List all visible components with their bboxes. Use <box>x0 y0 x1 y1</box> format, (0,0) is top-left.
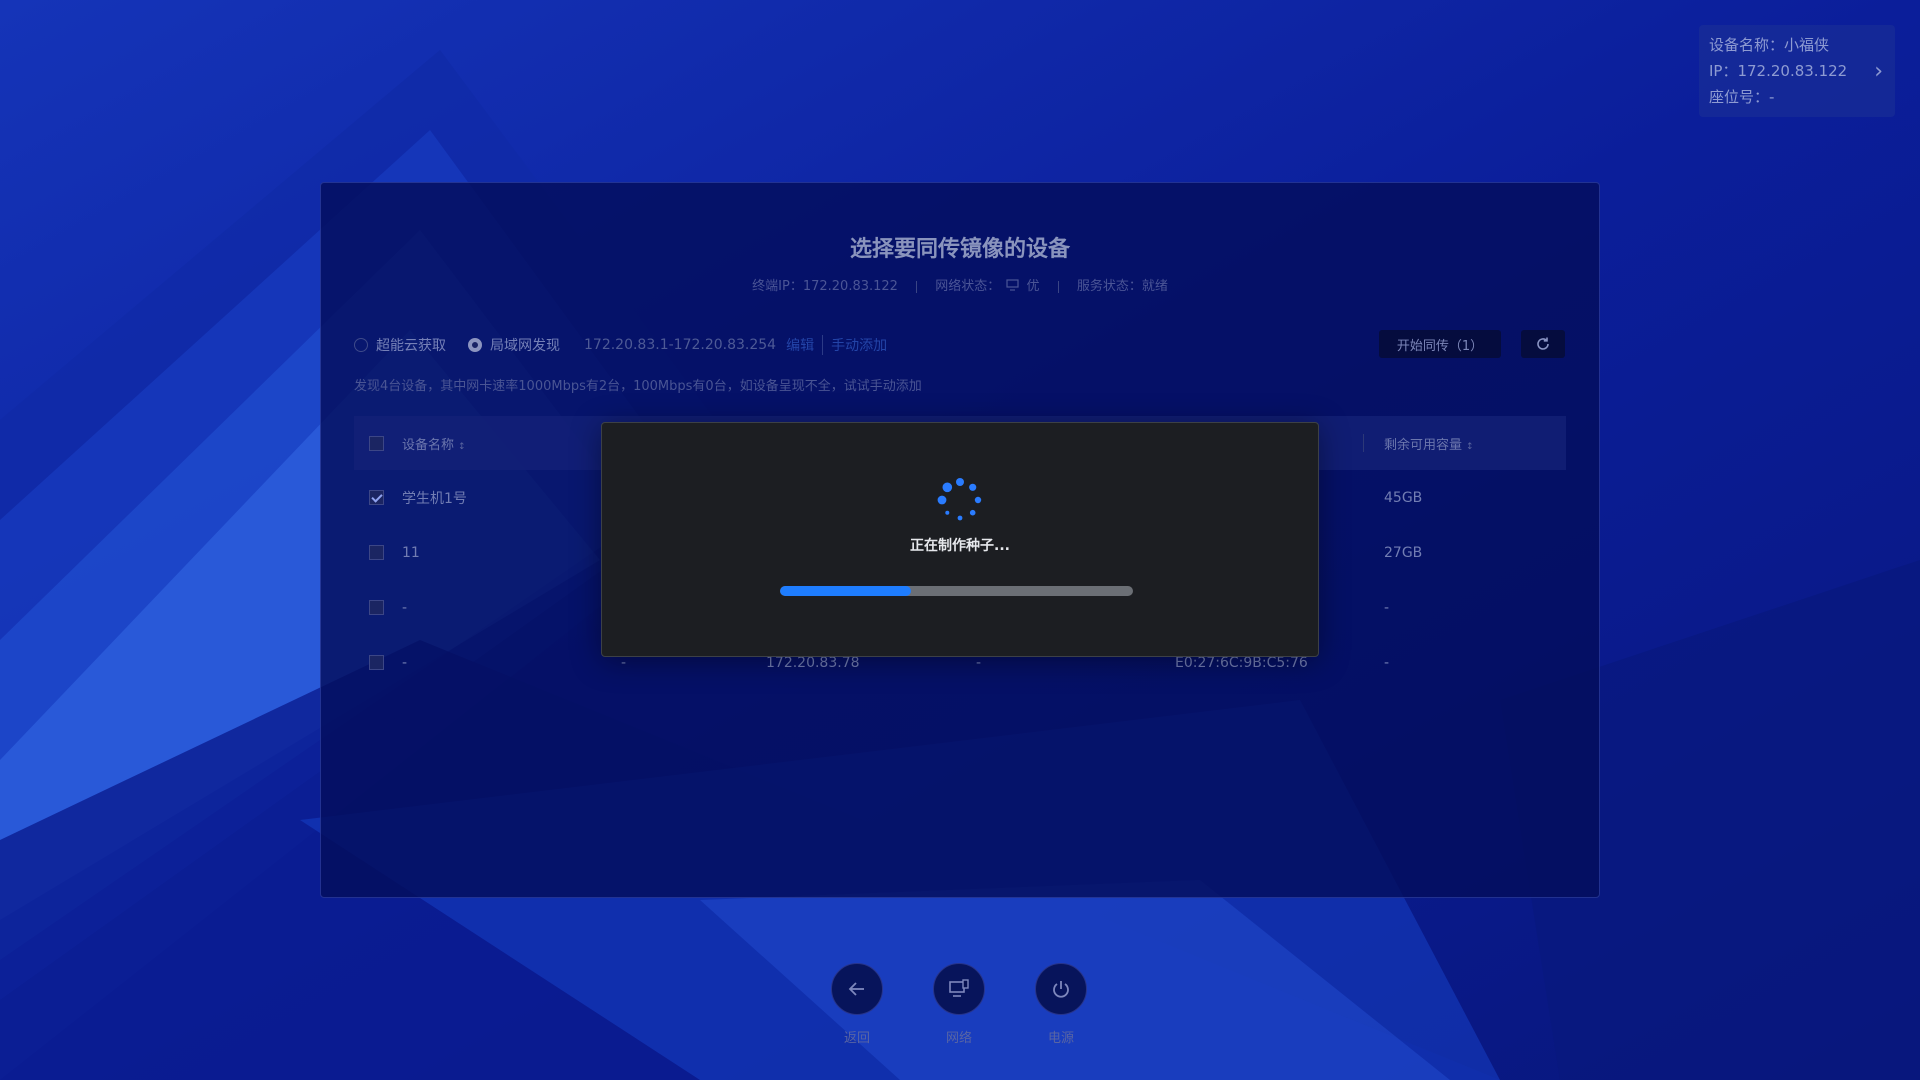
back-icon <box>831 963 883 1015</box>
device-info-card[interactable]: 设备名称：小福侠 IP：172.20.83.122 座位号：- › <box>1699 25 1895 117</box>
refresh-button[interactable] <box>1521 330 1565 358</box>
row-checkbox[interactable] <box>369 600 384 615</box>
capacity-cell: - <box>1384 599 1390 616</box>
radio-button-checked[interactable] <box>468 338 482 352</box>
device-seat-text: 座位号：- <box>1709 88 1775 106</box>
device-name-cell: - <box>402 599 408 616</box>
column-divider <box>1363 434 1364 452</box>
capacity-cell: 45GB <box>1384 489 1423 506</box>
radio-cloud-label: 超能云获取 <box>376 338 446 354</box>
progress-dialog: 正在制作种子... <box>601 422 1319 657</box>
monitor-icon <box>1006 279 1019 291</box>
start-sync-button[interactable]: 开始同传（1） <box>1379 330 1501 358</box>
capacity-cell: 27GB <box>1384 544 1423 561</box>
page-title: 选择要同传镜像的设备 <box>849 237 1070 262</box>
progress-message: 正在制作种子... <box>910 538 1010 554</box>
header-device-name-label: 设备名称 <box>402 437 455 453</box>
header-capacity-label: 剩余可用容量 <box>1384 437 1463 453</box>
terminal-ip-text: 终端IP：172.20.83.122 <box>752 279 898 294</box>
manual-add-link[interactable]: 手动添加 <box>822 335 887 355</box>
capacity-cell: - <box>1384 654 1390 671</box>
edit-link[interactable]: 编辑 <box>786 335 814 355</box>
source-selector: 超能云获取 局域网发现 172.20.83.1-172.20.83.254 编辑… <box>354 333 887 357</box>
header-device-name[interactable]: 设备名称 ↕ <box>402 434 466 453</box>
device-name-cell: 11 <box>402 544 420 561</box>
sort-icon: ↕ <box>458 441 466 452</box>
back-label: 返回 <box>843 1031 870 1046</box>
progress-bar-fill <box>780 586 911 596</box>
select-all-checkbox[interactable] <box>369 435 384 451</box>
row-checkbox[interactable] <box>369 655 384 670</box>
header-capacity[interactable]: 剩余可用容量 ↕ <box>1384 434 1474 453</box>
row-checkbox[interactable] <box>369 545 384 560</box>
back-button[interactable]: 返回 <box>829 963 885 1046</box>
network-status-label: 网络状态： <box>935 279 1001 294</box>
device-ip-text: IP：172.20.83.122 <box>1709 62 1848 80</box>
device-name-cell: - <box>402 654 408 671</box>
chevron-right-icon: › <box>1874 59 1883 84</box>
loading-spinner-icon <box>937 478 982 521</box>
power-label: 电源 <box>1047 1031 1074 1046</box>
progress-bar <box>780 586 1133 596</box>
network-status-value: 优 <box>1026 279 1040 294</box>
network-label: 网络 <box>945 1031 972 1046</box>
row-checkbox[interactable] <box>369 490 384 505</box>
service-status-text: 服务状态：就绪 <box>1076 279 1168 294</box>
network-button[interactable]: 网络 <box>931 963 987 1046</box>
radio-lan-label: 局域网发现 <box>490 338 560 354</box>
discovery-notice: 发现4台设备，其中网卡速率1000Mbps有2台，100Mbps有0台，如设备呈… <box>354 379 922 394</box>
radio-lan-option[interactable]: 局域网发现 <box>468 335 560 355</box>
device-name-text: 设备名称：小福侠 <box>1709 36 1830 54</box>
ip-range-text: 172.20.83.1-172.20.83.254 <box>584 337 777 353</box>
status-line: 终端IP：172.20.83.122 网络状态： 优 服务状态：就绪 <box>321 275 1599 294</box>
radio-button-unchecked[interactable] <box>354 338 368 352</box>
radio-cloud-option[interactable]: 超能云获取 <box>354 335 446 355</box>
divider <box>916 280 918 293</box>
power-button[interactable]: 电源 <box>1033 963 1089 1046</box>
device-name-cell: 学生机1号 <box>402 490 467 507</box>
network-icon <box>933 963 985 1015</box>
sort-icon: ↕ <box>1466 441 1474 452</box>
power-icon <box>1035 963 1087 1015</box>
refresh-icon <box>1537 337 1549 350</box>
divider <box>1057 280 1059 293</box>
